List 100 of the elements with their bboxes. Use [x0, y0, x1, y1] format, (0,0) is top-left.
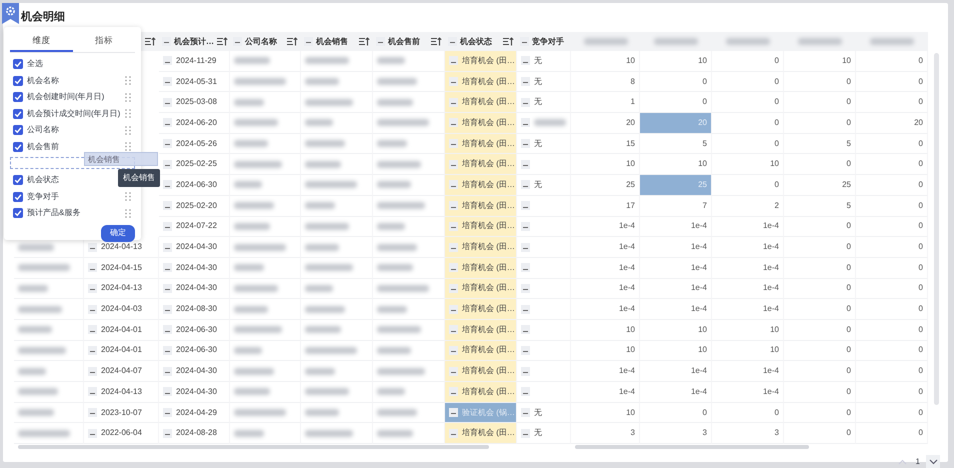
- collapse-icon[interactable]: [521, 180, 530, 190]
- collapse-icon[interactable]: [163, 304, 172, 314]
- collapse-icon[interactable]: [163, 222, 172, 231]
- collapse-icon[interactable]: [449, 139, 458, 148]
- collapse-icon[interactable]: [449, 180, 458, 190]
- header-label[interactable]: 机会预计…: [174, 36, 214, 48]
- sort-icon[interactable]: [217, 37, 228, 46]
- collapse-icon[interactable]: [88, 408, 97, 418]
- drag-handle-icon[interactable]: [125, 192, 131, 201]
- checkbox[interactable]: [13, 92, 23, 102]
- collapse-icon[interactable]: [163, 201, 172, 210]
- collapse-icon[interactable]: [376, 37, 385, 46]
- collapse-icon[interactable]: [88, 428, 97, 438]
- collapse-icon[interactable]: [448, 37, 457, 46]
- checkbox[interactable]: [13, 175, 23, 185]
- collapse-icon[interactable]: [521, 98, 530, 107]
- collapse-icon[interactable]: [163, 139, 172, 148]
- collapse-icon[interactable]: [88, 387, 97, 396]
- collapse-icon[interactable]: [521, 366, 530, 376]
- drag-handle-icon[interactable]: [125, 208, 131, 218]
- next-page-button[interactable]: [926, 455, 940, 468]
- collapse-icon[interactable]: [163, 387, 172, 396]
- drag-handle-icon[interactable]: [125, 109, 131, 118]
- panel-tab[interactable]: 指标: [72, 31, 135, 52]
- header-label[interactable]: 机会售前: [388, 36, 420, 48]
- collapse-icon[interactable]: [449, 366, 458, 376]
- collapse-icon[interactable]: [449, 387, 458, 396]
- collapse-icon[interactable]: [163, 56, 172, 66]
- checkbox[interactable]: [13, 142, 23, 152]
- drag-handle-icon[interactable]: [125, 92, 131, 102]
- collapse-icon[interactable]: [521, 408, 530, 418]
- header-label[interactable]: 竞争对手: [532, 36, 564, 48]
- collapse-icon[interactable]: [521, 77, 530, 86]
- collapse-icon[interactable]: [449, 242, 458, 252]
- collapse-icon[interactable]: [449, 56, 458, 66]
- collapse-icon[interactable]: [163, 263, 172, 272]
- collapse-icon[interactable]: [521, 325, 530, 334]
- sort-icon[interactable]: [359, 37, 370, 46]
- collapse-icon[interactable]: [521, 118, 530, 128]
- collapse-icon[interactable]: [521, 242, 530, 252]
- page-number[interactable]: 1: [916, 456, 920, 468]
- collapse-icon[interactable]: [162, 37, 171, 46]
- checkbox-label[interactable]: 机会创建时间(年月日): [27, 91, 104, 103]
- collapse-icon[interactable]: [521, 201, 530, 210]
- collapse-icon[interactable]: [521, 222, 530, 231]
- header-label[interactable]: 机会销售: [316, 36, 348, 48]
- collapse-icon[interactable]: [163, 98, 172, 107]
- collapse-icon[interactable]: [449, 222, 458, 231]
- collapse-icon[interactable]: [521, 387, 530, 396]
- checkbox[interactable]: [13, 125, 23, 135]
- collapse-icon[interactable]: [521, 304, 530, 314]
- collapse-icon[interactable]: [449, 304, 458, 314]
- collapse-icon[interactable]: [449, 118, 458, 128]
- collapse-icon[interactable]: [163, 118, 172, 128]
- collapse-icon[interactable]: [163, 242, 172, 252]
- collapse-icon[interactable]: [88, 263, 97, 272]
- collapse-icon[interactable]: [163, 77, 172, 86]
- collapse-icon[interactable]: [304, 37, 313, 46]
- panel-tab[interactable]: 维度: [10, 31, 72, 52]
- checkbox-label[interactable]: 竞争对手: [27, 190, 59, 202]
- collapse-icon[interactable]: [163, 160, 172, 169]
- checkbox-label[interactable]: 公司名称: [27, 124, 59, 136]
- collapse-icon[interactable]: [163, 346, 172, 355]
- sort-icon[interactable]: [145, 37, 156, 46]
- collapse-icon[interactable]: [449, 201, 458, 210]
- scrollbar-thumb[interactable]: [575, 445, 809, 450]
- collapse-icon[interactable]: [449, 263, 458, 272]
- collapse-icon[interactable]: [521, 56, 530, 66]
- collapse-icon[interactable]: [521, 346, 530, 355]
- collapse-icon[interactable]: [88, 366, 97, 376]
- collapse-icon[interactable]: [163, 284, 172, 293]
- checkbox-label[interactable]: 机会预计成交时间(年月日): [27, 108, 120, 120]
- collapse-icon[interactable]: [521, 160, 530, 169]
- collapse-icon[interactable]: [163, 325, 172, 334]
- collapse-icon[interactable]: [88, 325, 97, 334]
- collapse-icon[interactable]: [449, 346, 458, 355]
- collapse-icon[interactable]: [449, 98, 458, 107]
- checkbox-label[interactable]: 机会状态: [27, 174, 59, 186]
- checkbox[interactable]: [13, 108, 23, 118]
- checkbox[interactable]: [13, 192, 23, 202]
- settings-icon[interactable]: [2, 3, 19, 24]
- drag-handle-icon[interactable]: [125, 126, 131, 134]
- confirm-button[interactable]: 确定: [101, 225, 135, 242]
- checkbox[interactable]: [13, 76, 23, 86]
- collapse-icon[interactable]: [449, 284, 458, 293]
- collapse-icon[interactable]: [88, 242, 97, 252]
- checkbox-label[interactable]: 全选: [27, 58, 43, 70]
- collapse-icon[interactable]: [163, 408, 172, 418]
- header-label[interactable]: 公司名称: [245, 36, 277, 48]
- drag-handle-icon[interactable]: [125, 76, 131, 85]
- header-label[interactable]: 机会状态: [460, 36, 492, 48]
- collapse-icon[interactable]: [163, 180, 172, 190]
- collapse-icon[interactable]: [88, 304, 97, 314]
- checkbox-label[interactable]: 机会名称: [27, 74, 59, 86]
- checkbox[interactable]: [13, 59, 23, 69]
- collapse-icon[interactable]: [88, 346, 97, 355]
- collapse-icon[interactable]: [521, 284, 530, 293]
- collapse-icon[interactable]: [449, 325, 458, 334]
- collapse-icon[interactable]: [88, 284, 97, 293]
- collapse-icon[interactable]: [449, 77, 458, 86]
